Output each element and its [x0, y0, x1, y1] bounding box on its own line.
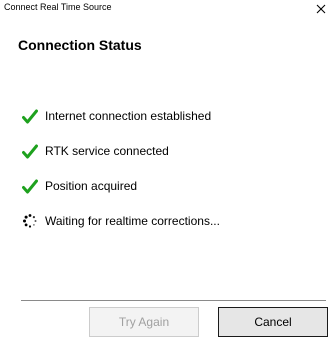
- spinner-icon: [23, 214, 37, 228]
- status-label: Position acquired: [45, 179, 138, 193]
- status-label: RTK service connected: [45, 144, 169, 158]
- check-icon: [22, 109, 38, 124]
- cancel-button[interactable]: Cancel: [218, 307, 328, 337]
- title-bar: Connect Real Time Source: [0, 0, 334, 18]
- dialog-window: Connect Real Time Source Connection Stat…: [0, 0, 334, 341]
- window-title: Connect Real Time Source: [4, 2, 112, 12]
- status-item-position: Position acquired: [22, 175, 137, 197]
- status-item-internet: Internet connection established: [22, 105, 211, 127]
- status-item-rtk: RTK service connected: [22, 140, 169, 162]
- status-label: Waiting for realtime corrections...: [45, 214, 220, 228]
- footer-divider: [21, 300, 326, 301]
- status-item-corrections: Waiting for realtime corrections...: [22, 210, 220, 232]
- page-title: Connection Status: [18, 37, 142, 53]
- close-button[interactable]: [310, 0, 332, 18]
- try-again-button[interactable]: Try Again: [89, 307, 199, 337]
- close-icon: [316, 4, 326, 14]
- check-icon: [22, 179, 38, 194]
- status-label: Internet connection established: [45, 109, 212, 123]
- check-icon: [22, 144, 38, 159]
